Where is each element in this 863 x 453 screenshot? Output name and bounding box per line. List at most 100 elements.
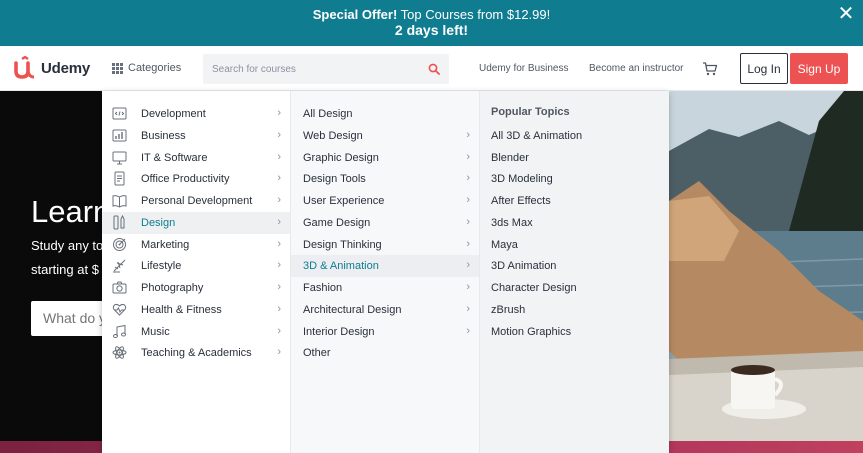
category-item-it-software[interactable]: IT & Software ›: [102, 147, 290, 169]
subcategory-item-architectural-design[interactable]: Architectural Design ›: [291, 299, 479, 321]
top-navbar: Udemy Categories Udemy for Business Beco…: [0, 46, 863, 91]
promo-offer: Special Offer! Top Courses from $12.99!: [0, 7, 863, 22]
cart-icon[interactable]: [702, 61, 718, 77]
grid-icon: [112, 62, 123, 74]
signup-button[interactable]: Sign Up: [790, 53, 848, 84]
chart-icon: [112, 129, 127, 142]
chevron-right-icon: ›: [277, 302, 281, 315]
category-item-business[interactable]: Business ›: [102, 125, 290, 147]
category-label: Photography: [141, 282, 204, 294]
topic-item-motion-graphics[interactable]: Motion Graphics: [480, 321, 669, 343]
login-button[interactable]: Log In: [740, 53, 788, 84]
topic-item-character-design[interactable]: Character Design: [480, 277, 669, 299]
chevron-right-icon: ›: [466, 215, 470, 228]
hero-photo: [669, 91, 863, 441]
category-item-health-fitness[interactable]: Health & Fitness ›: [102, 299, 290, 321]
topic-item-maya[interactable]: Maya: [480, 234, 669, 256]
udemy-for-business-link[interactable]: Udemy for Business: [479, 63, 568, 74]
subcategory-label: Graphic Design: [303, 151, 379, 164]
category-label: Music: [141, 325, 170, 338]
chevron-right-icon: ›: [277, 215, 281, 228]
topic-item-zbrush[interactable]: zBrush: [480, 299, 669, 321]
hero-search-input[interactable]: [31, 301, 111, 336]
chevron-right-icon: ›: [277, 150, 281, 163]
book-icon: [112, 195, 127, 208]
category-item-music[interactable]: Music ›: [102, 321, 290, 343]
category-item-development[interactable]: Development ›: [102, 103, 290, 125]
chevron-right-icon: ›: [466, 150, 470, 163]
subcategory-item-web-design[interactable]: Web Design ›: [291, 125, 479, 147]
subcategory-label: User Experience: [303, 195, 385, 207]
category-item-design[interactable]: Design ›: [102, 211, 290, 234]
subcategory-label: Architectural Design: [303, 303, 402, 316]
subcategory-item-3d-animation[interactable]: 3D & Animation ›: [291, 255, 479, 278]
atom-icon: [112, 346, 127, 360]
subcategory-item-all-design[interactable]: All Design: [291, 103, 479, 125]
subcategory-item-other[interactable]: Other: [291, 342, 479, 364]
category-item-marketing[interactable]: Marketing ›: [102, 234, 290, 256]
heart-pulse-icon: [112, 303, 127, 316]
promo-offer-bold: Special Offer!: [312, 7, 398, 22]
subcategory-item-design-thinking[interactable]: Design Thinking ›: [291, 234, 479, 256]
categories-label: Categories: [128, 62, 182, 74]
search-icon[interactable]: [428, 63, 440, 75]
topic-item-3d-animation[interactable]: 3D Animation: [480, 255, 669, 277]
subcategory-label: Design Tools: [303, 173, 366, 186]
subcategory-label: Interior Design: [303, 325, 375, 338]
chevron-right-icon: ›: [466, 259, 470, 272]
subcategory-item-graphic-design[interactable]: Graphic Design ›: [291, 147, 479, 169]
chevron-right-icon: ›: [466, 128, 470, 141]
categories-dropdown: Development › Business › IT & Software › Offic…: [102, 91, 669, 453]
chevron-right-icon: ›: [277, 346, 281, 359]
chevron-right-icon: ›: [277, 107, 281, 119]
topic-item-after-effects[interactable]: After Effects: [480, 190, 669, 212]
subcategory-label: 3D & Animation: [303, 260, 379, 273]
category-item-personal-development[interactable]: Personal Development ›: [102, 190, 290, 212]
udemy-logo[interactable]: Udemy: [13, 56, 90, 80]
category-label: Office Productivity: [141, 173, 230, 186]
category-item-teaching-academics[interactable]: Teaching & Academics ›: [102, 342, 290, 364]
close-icon[interactable]: ✕: [837, 4, 855, 24]
camera-icon: [112, 281, 127, 294]
chevron-right-icon: ›: [277, 194, 281, 206]
topic-item-all-3d-animation[interactable]: All 3D & Animation: [480, 125, 669, 147]
chevron-right-icon: ›: [277, 259, 281, 272]
category-label: Lifestyle: [141, 260, 182, 273]
popular-topics-heading: Popular Topics: [491, 106, 570, 118]
chevron-right-icon: ›: [466, 237, 470, 250]
subcategory-label: All Design: [303, 108, 353, 120]
hero-title: Learn: [31, 194, 111, 229]
chevron-right-icon: ›: [466, 324, 470, 337]
topic-item-blender[interactable]: Blender: [480, 147, 669, 169]
category-label: Marketing: [141, 238, 190, 251]
subcategory-label: Other: [303, 347, 331, 360]
subcategory-item-game-design[interactable]: Game Design ›: [291, 212, 479, 234]
category-label: Personal Development: [141, 195, 253, 207]
topic-item-3ds-max[interactable]: 3ds Max: [480, 212, 669, 234]
popular-topics-list: Popular Topics All 3D & Animation Blender…: [479, 91, 669, 453]
chevron-right-icon: ›: [277, 172, 281, 185]
category-item-photography[interactable]: Photography ›: [102, 277, 290, 299]
subcategory-item-interior-design[interactable]: Interior Design ›: [291, 321, 479, 343]
category-item-lifestyle[interactable]: Lifestyle ›: [102, 255, 290, 277]
chevron-right-icon: ›: [277, 237, 281, 250]
category-label: Business: [141, 129, 186, 142]
promo-banner: Special Offer! Top Courses from $12.99! …: [0, 0, 863, 46]
pencil-ruler-icon: [113, 214, 125, 230]
promo-offer-text: Top Courses from $12.99!: [397, 7, 551, 22]
plane-icon: [113, 259, 126, 273]
category-label: Health & Fitness: [141, 303, 222, 316]
become-instructor-link[interactable]: Become an instructor: [589, 63, 684, 74]
categories-menu-button[interactable]: Categories: [112, 62, 181, 74]
category-item-office-productivity[interactable]: Office Productivity ›: [102, 168, 290, 190]
chevron-right-icon: ›: [466, 194, 470, 206]
topic-item-3d-modeling[interactable]: 3D Modeling: [480, 168, 669, 190]
chevron-right-icon: ›: [466, 281, 470, 293]
subcategory-label: Fashion: [303, 282, 343, 294]
subcategory-item-fashion[interactable]: Fashion ›: [291, 277, 479, 299]
logo-text: Udemy: [41, 59, 91, 77]
subcategory-item-design-tools[interactable]: Design Tools ›: [291, 168, 479, 190]
subcategory-item-user-experience[interactable]: User Experience ›: [291, 190, 479, 212]
search-input[interactable]: [203, 54, 423, 84]
chevron-right-icon: ›: [277, 281, 281, 293]
